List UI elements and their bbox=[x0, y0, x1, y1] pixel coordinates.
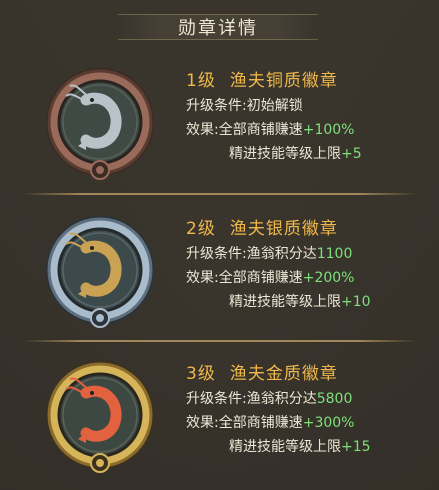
condition-value: 1100 bbox=[316, 246, 353, 262]
badge-name: 渔夫金质徽章 bbox=[229, 364, 338, 384]
silver-shrimp-medal-icon bbox=[46, 216, 154, 328]
badge-title: 3级 渔夫金质徽章 bbox=[186, 361, 426, 387]
skill-label: 精进技能等级上限 bbox=[229, 146, 341, 162]
skill-value: +10 bbox=[341, 294, 371, 310]
condition-value: 5800 bbox=[316, 391, 353, 407]
badge-info-level-1: 1级 渔夫铜质徽章 升级条件:初始解锁 效果:全部商铺赚速+100% 精进技能等级… bbox=[186, 68, 426, 166]
condition-value: 初始解锁 bbox=[246, 98, 303, 114]
badge-row-level-3: 3级 渔夫金质徽章 升级条件:渔翁积分达5800 效果:全部商铺赚速+300% 精… bbox=[0, 345, 439, 485]
badge-level: 3级 bbox=[186, 364, 216, 384]
badge-title: 2级 渔夫银质徽章 bbox=[186, 216, 426, 242]
upgrade-condition: 升级条件:渔翁积分达5800 bbox=[186, 387, 426, 411]
effect-label: 效果:全部商铺赚速 bbox=[186, 415, 303, 431]
badge-title: 1级 渔夫铜质徽章 bbox=[186, 68, 426, 94]
badge-info-level-3: 3级 渔夫金质徽章 升级条件:渔翁积分达5800 效果:全部商铺赚速+300% 精… bbox=[186, 361, 426, 459]
upgrade-condition: 升级条件:初始解锁 bbox=[186, 94, 426, 118]
effect-label: 效果:全部商铺赚速 bbox=[186, 270, 303, 286]
skill-cap: 精进技能等级上限+5 bbox=[186, 142, 426, 166]
badge-level: 2级 bbox=[186, 219, 216, 239]
badge-info-level-2: 2级 渔夫银质徽章 升级条件:渔翁积分达1100 效果:全部商铺赚速+200% 精… bbox=[186, 216, 426, 314]
divider bbox=[22, 193, 418, 195]
divider bbox=[22, 340, 418, 342]
effect: 效果:全部商铺赚速+100% bbox=[186, 118, 426, 142]
condition-label: 升级条件:渔翁积分达 bbox=[186, 246, 317, 262]
effect-value: +300% bbox=[302, 415, 355, 431]
badge-row-level-2: 2级 渔夫银质徽章 升级条件:渔翁积分达1100 效果:全部商铺赚速+200% 精… bbox=[0, 200, 439, 340]
medal-detail-panel: 勋章详情 1级 渔夫铜质徽章 升级条件:初始解锁 效果:全部商铺赚速+100% … bbox=[0, 0, 439, 490]
bronze-shrimp-medal-icon bbox=[46, 68, 154, 180]
skill-label: 精进技能等级上限 bbox=[229, 294, 341, 310]
panel-title: 勋章详情 bbox=[178, 18, 258, 39]
effect-value: +100% bbox=[302, 122, 355, 138]
effect-value: +200% bbox=[302, 270, 355, 286]
skill-cap: 精进技能等级上限+15 bbox=[186, 435, 426, 459]
badge-name: 渔夫铜质徽章 bbox=[229, 71, 338, 91]
badge-name: 渔夫银质徽章 bbox=[229, 219, 338, 239]
effect: 效果:全部商铺赚速+200% bbox=[186, 266, 426, 290]
badge-level: 1级 bbox=[186, 71, 216, 91]
badge-row-level-1: 1级 渔夫铜质徽章 升级条件:初始解锁 效果:全部商铺赚速+100% 精进技能等级… bbox=[0, 52, 439, 192]
skill-value: +5 bbox=[341, 146, 362, 162]
condition-label: 升级条件:渔翁积分达 bbox=[186, 391, 317, 407]
effect-label: 效果:全部商铺赚速 bbox=[186, 122, 303, 138]
upgrade-condition: 升级条件:渔翁积分达1100 bbox=[186, 242, 426, 266]
skill-label: 精进技能等级上限 bbox=[229, 439, 341, 455]
gold-shrimp-medal-icon bbox=[46, 361, 154, 473]
condition-label: 升级条件: bbox=[186, 98, 247, 114]
skill-value: +15 bbox=[341, 439, 371, 455]
panel-title-bar: 勋章详情 bbox=[118, 10, 318, 44]
skill-cap: 精进技能等级上限+10 bbox=[186, 290, 426, 314]
effect: 效果:全部商铺赚速+300% bbox=[186, 411, 426, 435]
